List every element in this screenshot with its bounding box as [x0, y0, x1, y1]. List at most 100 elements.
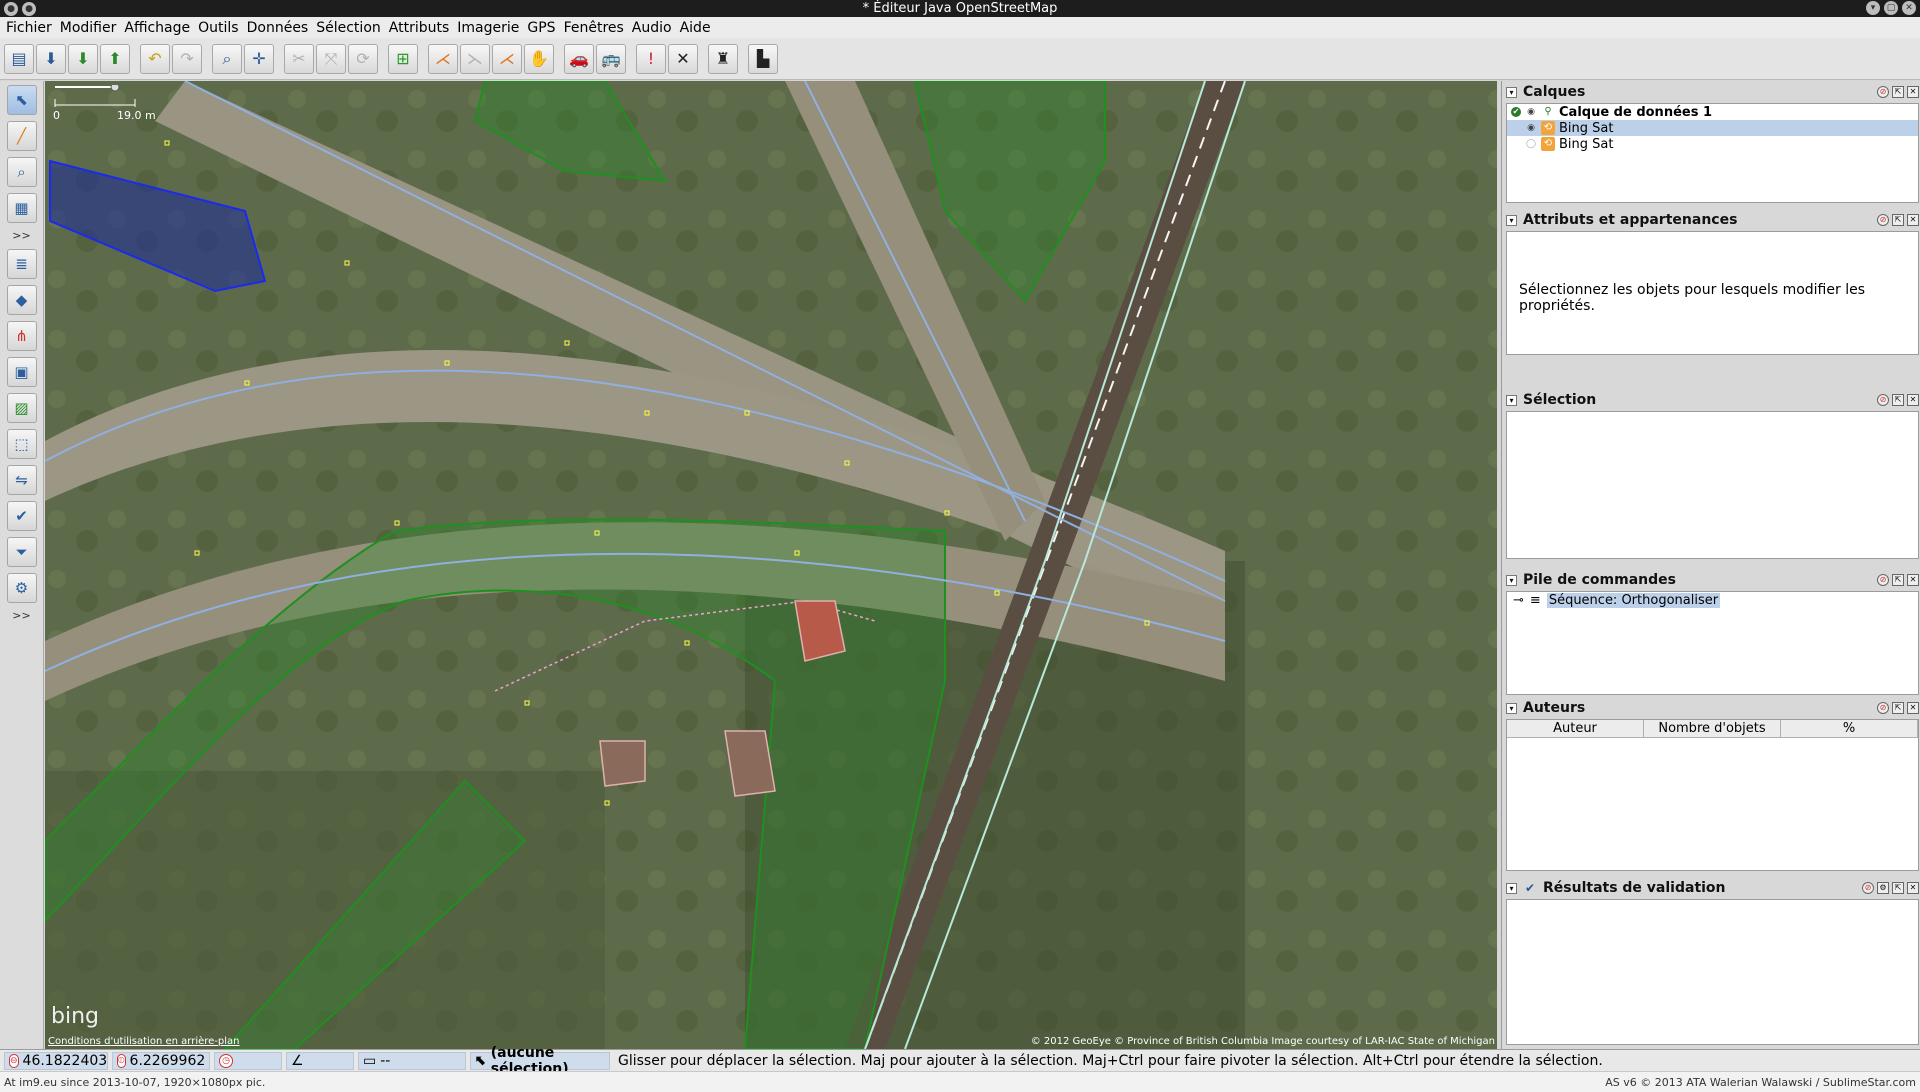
menu-selection[interactable]: Sélection	[312, 20, 385, 36]
left-toolbar: ⬉ ╱ ⌕ ▦ >> ≣ ◆ ⋔ ▣ ▨ ⬚ ⇋ ✔ ⏷ ⚙ >>	[0, 81, 44, 1049]
layer-item-bing-2[interactable]: ◯ ⟲ Bing Sat	[1507, 136, 1918, 152]
terms-link[interactable]: Conditions d'utilisation en arrière-plan	[48, 1036, 240, 1047]
close-panel-icon[interactable]: ⊘	[1862, 882, 1874, 894]
more-tools-icon[interactable]: >>	[12, 229, 30, 243]
collapse-icon[interactable]: ▾	[1506, 702, 1517, 714]
close-panel-icon[interactable]: ⊘	[1877, 574, 1889, 586]
crosshair-icon[interactable]: ✛	[244, 43, 274, 74]
menu-affichage[interactable]: Affichage	[120, 20, 194, 36]
active-check-icon[interactable]: ✔	[1511, 107, 1521, 117]
split-way-icon[interactable]: ✂	[284, 43, 314, 74]
upload-icon[interactable]: ⬆	[100, 43, 130, 74]
preferences-icon[interactable]: ⚙	[6, 573, 37, 603]
close-panel-icon[interactable]: ⊘	[1877, 702, 1889, 714]
collapse-icon[interactable]: ▾	[1506, 214, 1517, 226]
settings-icon[interactable]: ⚙	[1877, 882, 1889, 894]
relation-icon[interactable]: ⋔	[6, 321, 37, 351]
column-count[interactable]: Nombre d'objets	[1644, 720, 1781, 737]
window-pin-icon[interactable]: ●	[22, 2, 36, 16]
visibility-eye-icon[interactable]: ◯	[1525, 139, 1537, 149]
active-check-icon[interactable]	[1511, 139, 1521, 149]
selection-list-icon[interactable]: ▣	[6, 357, 37, 387]
layer-item-data[interactable]: ✔ ◉ ⚲ Calque de données 1	[1507, 104, 1918, 120]
detach-icon[interactable]: ⇱	[1892, 882, 1904, 894]
menu-aide[interactable]: Aide	[676, 20, 715, 36]
factory-icon[interactable]: ▙	[748, 43, 778, 74]
collapse-icon[interactable]: ▾	[1506, 882, 1517, 894]
map-view[interactable]: 0 19.0 m bing Conditions d'utilisation e…	[45, 81, 1497, 1049]
image-icon[interactable]: ▨	[6, 393, 37, 423]
window-menu-icon[interactable]: ●	[4, 2, 18, 16]
detach-icon[interactable]: ⇱	[1892, 394, 1904, 406]
active-check-icon[interactable]	[1511, 123, 1521, 133]
column-author[interactable]: Auteur	[1507, 720, 1644, 737]
open-file-icon[interactable]: ▤	[4, 43, 34, 74]
map-canvas[interactable]	[45, 81, 1497, 1049]
zoom-preferences-icon[interactable]: ⌕	[212, 43, 242, 74]
select-tool-icon[interactable]: ⬉	[6, 85, 37, 115]
maximize-icon[interactable]: ▢	[1884, 1, 1898, 15]
download-icon[interactable]: ⬇	[68, 43, 98, 74]
detach-icon[interactable]: ⇱	[1892, 214, 1904, 226]
detach-icon[interactable]: ⇱	[1892, 574, 1904, 586]
close-panel-icon[interactable]: ⊘	[1877, 214, 1889, 226]
menu-audio[interactable]: Audio	[628, 20, 676, 36]
command-entry[interactable]: ⊸ ≡ Séquence: Orthogonaliser	[1507, 592, 1918, 608]
detach-icon[interactable]: ⇱	[1892, 86, 1904, 98]
layer-item-bing-1[interactable]: ◉ ⟲ Bing Sat	[1507, 120, 1918, 136]
selection-list[interactable]	[1506, 411, 1919, 559]
menu-imagerie[interactable]: Imagerie	[453, 20, 523, 36]
minimize-icon[interactable]: ▾	[1866, 1, 1880, 15]
hide-icon[interactable]: ✕	[1907, 574, 1919, 586]
close-panel-icon[interactable]: ⊘	[1877, 86, 1889, 98]
funnel-icon[interactable]: ⏷	[6, 537, 37, 567]
layer-label: Bing Sat	[1559, 120, 1614, 136]
orthogonalize-icon[interactable]: ⊞	[388, 43, 418, 74]
hide-icon[interactable]: ✕	[1907, 394, 1919, 406]
filter-icon[interactable]: ⬚	[6, 429, 37, 459]
visibility-eye-icon[interactable]: ◉	[1525, 123, 1537, 133]
visibility-eye-icon[interactable]: ◉	[1525, 107, 1537, 117]
hide-icon[interactable]: ✕	[1907, 86, 1919, 98]
hide-icon[interactable]: ✕	[1907, 702, 1919, 714]
combine-way-icon[interactable]: ⤧	[316, 43, 346, 74]
close-panel-icon[interactable]: ⊘	[1877, 394, 1889, 406]
menu-attributs[interactable]: Attributs	[385, 20, 454, 36]
bus-icon[interactable]: 🚌	[596, 43, 626, 74]
more-panels-icon[interactable]: >>	[12, 609, 30, 623]
hide-icon[interactable]: ✕	[1907, 214, 1919, 226]
draw-tool-icon[interactable]: ╱	[6, 121, 37, 151]
menu-modifier[interactable]: Modifier	[56, 20, 121, 36]
save-icon[interactable]: ⬇	[36, 43, 66, 74]
align-circle-icon[interactable]: ⋌	[492, 43, 522, 74]
undo-icon[interactable]: ↶	[140, 43, 170, 74]
hide-icon[interactable]: ✕	[1907, 882, 1919, 894]
collapse-icon[interactable]: ▾	[1506, 574, 1517, 586]
layer-stack-icon[interactable]: ≣	[6, 249, 37, 279]
menu-outils[interactable]: Outils	[194, 20, 242, 36]
parallel-icon[interactable]: ⋌	[428, 43, 458, 74]
collapse-icon[interactable]: ▾	[1506, 86, 1517, 98]
castle-icon[interactable]: ♜	[708, 43, 738, 74]
hand-icon[interactable]: ✋	[524, 43, 554, 74]
detach-icon[interactable]: ⇱	[1892, 702, 1904, 714]
redo-icon[interactable]: ↷	[172, 43, 202, 74]
zoom-tool-icon[interactable]: ⌕	[6, 157, 37, 187]
menu-fenetres[interactable]: Fenêtres	[560, 20, 628, 36]
validation-icon[interactable]: !	[636, 43, 666, 74]
validation-results[interactable]	[1506, 899, 1919, 1045]
column-percent[interactable]: %	[1781, 720, 1918, 737]
two-way-icon[interactable]: ⇋	[6, 465, 37, 495]
close-icon[interactable]: ✕	[1902, 1, 1916, 15]
car-icon[interactable]: 🚗	[564, 43, 594, 74]
building-tool-icon[interactable]: ▦	[6, 193, 37, 223]
menu-donnees[interactable]: Données	[243, 20, 313, 36]
menu-gps[interactable]: GPS	[523, 20, 559, 36]
reverse-way-icon[interactable]: ⟳	[348, 43, 378, 74]
tag-icon[interactable]: ◆	[6, 285, 37, 315]
checkmark-icon[interactable]: ✔	[6, 501, 37, 531]
menu-fichier[interactable]: Fichier	[2, 20, 56, 36]
align-line-icon[interactable]: ⋋	[460, 43, 490, 74]
collapse-icon[interactable]: ▾	[1506, 394, 1517, 406]
delete-icon[interactable]: ✕	[668, 43, 698, 74]
